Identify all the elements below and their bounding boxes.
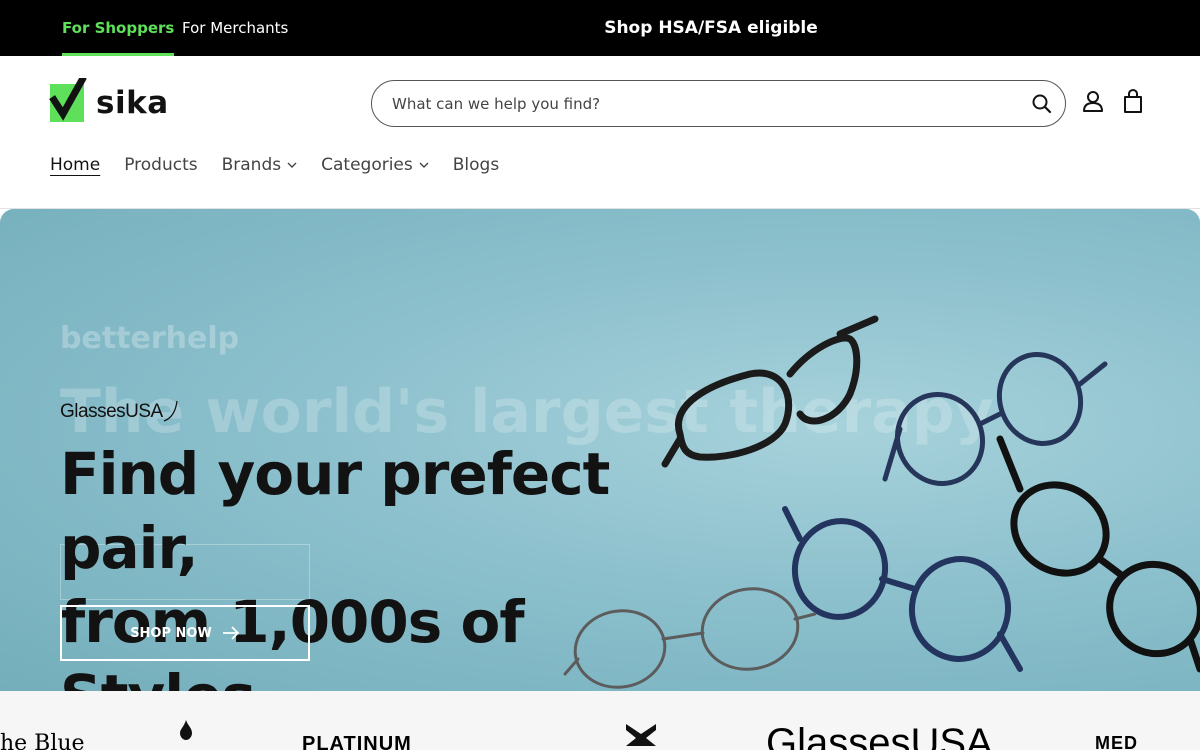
nav-item-brands[interactable]: Brands	[222, 155, 298, 175]
nav-label: Categories	[321, 155, 413, 175]
announcement-text[interactable]: Shop HSA/FSA eligible	[600, 0, 822, 56]
brand-logo-med[interactable]: MED	[1095, 733, 1138, 750]
nav-label: Blogs	[452, 155, 500, 175]
site-logo[interactable]: sika	[49, 78, 169, 122]
nav-label: Brands	[221, 155, 282, 175]
nav-item-categories[interactable]: Categories	[321, 155, 429, 175]
chevron-down-icon	[419, 162, 429, 168]
tab-for-shoppers[interactable]: For Shoppers	[62, 0, 175, 56]
tab-for-merchants[interactable]: For Merchants	[182, 0, 288, 56]
arrow-right-icon	[222, 626, 240, 640]
cart-icon[interactable]	[1120, 88, 1146, 114]
search-bar	[371, 80, 1066, 127]
checkmark-logo-icon	[49, 78, 87, 122]
glassesusa-logo: GlassesUSA	[60, 391, 179, 423]
shop-now-label: SHOP NOW	[130, 625, 212, 641]
hero-brand-name: GlassesUSA	[60, 401, 163, 422]
logo-swoosh-icon	[163, 400, 178, 422]
brand-logo-strip: he Blue PLATINUM GlassesUSA MED	[0, 691, 1200, 750]
logo-wordmark: sika	[96, 85, 169, 121]
brand-logo-glassesusa[interactable]: GlassesUSA	[766, 721, 993, 750]
search-input[interactable]	[392, 91, 1022, 117]
nav-item-blogs[interactable]: Blogs	[453, 155, 499, 175]
nav-label: Products	[124, 155, 198, 175]
hero-banner: betterhelp The world's largest therapy G…	[0, 209, 1200, 691]
eyeglasses-image	[563, 315, 1200, 689]
nav-item-home[interactable]: Home	[50, 155, 100, 175]
brand-logo-blue[interactable]: he Blue	[0, 731, 85, 750]
top-bar: For Shoppers For Merchants Shop HSA/FSA …	[0, 0, 1200, 56]
ghost-slide-brand: betterhelp	[60, 321, 240, 356]
flame-logo-icon[interactable]	[176, 718, 196, 744]
main-nav: Home Products Brands Categories Blogs	[50, 150, 499, 180]
search-icon[interactable]	[1029, 91, 1055, 117]
shop-now-button[interactable]: SHOP NOW	[60, 605, 310, 661]
nav-item-products[interactable]: Products	[124, 155, 197, 175]
nav-label: Home	[50, 155, 101, 175]
account-icon[interactable]	[1080, 88, 1106, 114]
chevron-down-icon	[287, 162, 297, 168]
brand-logo-platinum[interactable]: PLATINUM	[302, 733, 412, 750]
brand-mark-icon[interactable]	[624, 722, 658, 748]
